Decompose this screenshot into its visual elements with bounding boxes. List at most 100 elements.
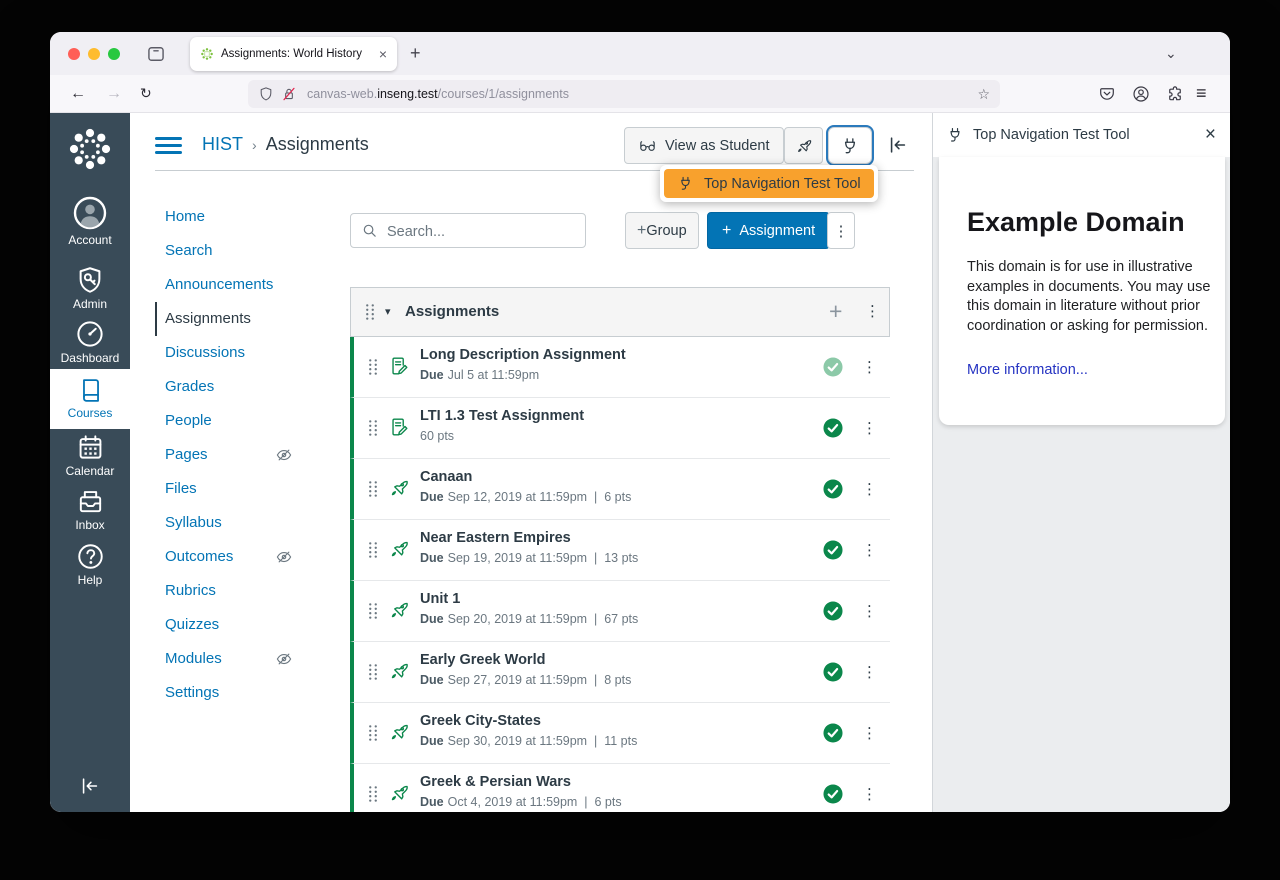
course-nav-rubrics[interactable]: Rubrics [155,574,345,608]
tab-list-chevron-icon[interactable]: ⌄ [1165,32,1177,75]
published-check-icon[interactable] [822,539,844,561]
course-nav-quizzes[interactable]: Quizzes [155,608,345,642]
pocket-icon[interactable] [1098,85,1116,103]
drag-handle-icon[interactable] [362,478,384,500]
row-kebab-icon[interactable]: ⋮ [862,398,877,459]
global-nav-inbox[interactable]: Inbox [50,483,130,532]
assignment-row[interactable]: Long Description Assignment DueJul 5 at … [350,337,890,398]
more-information-link[interactable]: More information... [967,362,1088,378]
row-kebab-icon[interactable]: ⋮ [862,581,877,642]
published-check-icon[interactable] [822,478,844,500]
tray-close-icon[interactable]: × [1205,113,1216,157]
course-nav-pages[interactable]: Pages [155,438,345,472]
back-button[interactable]: ← [70,75,86,112]
shield-icon[interactable] [258,86,274,102]
course-nav-grades[interactable]: Grades [155,370,345,404]
firefox-view-icon[interactable] [146,44,166,64]
assignment-title[interactable]: Near Eastern Empires [420,530,571,546]
assignment-title[interactable]: Long Description Assignment [420,347,626,363]
view-as-student-button[interactable]: View as Student [624,127,784,164]
close-window-button[interactable] [68,48,80,60]
course-nav-files[interactable]: Files [155,472,345,506]
assignment-row[interactable]: Greek & Persian Wars DueOct 4, 2019 at 1… [350,764,890,812]
tool-dropdown-item[interactable]: Top Navigation Test Tool [664,169,874,198]
assignment-row[interactable]: Near Eastern Empires DueSep 19, 2019 at … [350,520,890,581]
course-nav-assignments[interactable]: Assignments [155,302,345,336]
assignment-row[interactable]: Greek City-States DueSep 30, 2019 at 11:… [350,703,890,764]
row-kebab-icon[interactable]: ⋮ [862,703,877,764]
global-nav-courses[interactable]: Courses [50,369,130,429]
global-nav-help[interactable]: Help [50,538,130,587]
row-kebab-icon[interactable]: ⋮ [862,459,877,520]
published-check-icon[interactable] [822,722,844,744]
row-kebab-icon[interactable]: ⋮ [862,764,877,812]
search-input[interactable] [385,215,579,248]
course-nav-settings[interactable]: Settings [155,676,345,710]
course-nav-announcements[interactable]: Announcements [155,268,345,302]
published-check-icon[interactable] [822,661,844,683]
drag-handle-icon[interactable] [362,600,384,622]
course-nav-modules[interactable]: Modules [155,642,345,676]
row-kebab-icon[interactable]: ⋮ [862,520,877,581]
published-check-icon[interactable] [822,600,844,622]
global-nav-dashboard[interactable]: Dashboard [50,315,130,365]
drag-handle-icon[interactable] [362,722,384,744]
url-bar[interactable]: canvas-web.inseng.test/courses/1/assignm… [248,80,1000,108]
global-nav-account[interactable]: Account [50,191,130,247]
lti-tools-plug-button[interactable] [828,127,872,164]
assignment-title[interactable]: Canaan [420,469,472,485]
group-expand-caret-icon[interactable]: ▾ [385,288,391,336]
assignment-title[interactable]: Unit 1 [420,591,460,607]
drag-handle-icon[interactable] [362,661,384,683]
row-kebab-icon[interactable]: ⋮ [862,337,877,398]
global-nav-calendar[interactable]: Calendar [50,429,130,478]
global-nav-admin[interactable]: Admin [50,261,130,311]
course-nav-discussions[interactable]: Discussions [155,336,345,370]
course-nav-hamburger-icon[interactable] [155,137,182,155]
zoom-window-button[interactable] [108,48,120,60]
page-collapse-icon[interactable] [887,134,909,156]
published-check-icon[interactable] [822,783,844,805]
global-nav-collapse-icon[interactable] [79,775,101,797]
add-assignment-button[interactable]: +Assignment [707,212,830,249]
row-kebab-icon[interactable]: ⋮ [862,642,877,703]
drag-handle-icon[interactable] [362,356,384,378]
assignment-row[interactable]: Canaan DueSep 12, 2019 at 11:59pm | 6 pt… [350,459,890,520]
browser-account-icon[interactable] [1132,85,1150,103]
drag-handle-icon[interactable] [362,539,384,561]
published-check-icon[interactable] [822,417,844,439]
add-group-button[interactable]: +Group [625,212,699,249]
assignment-row[interactable]: LTI 1.3 Test Assignment 60 pts ⋮ [350,398,890,459]
browser-menu-icon[interactable]: ≡ [1196,75,1207,112]
extensions-puzzle-icon[interactable] [1166,85,1184,103]
assignment-row[interactable]: Unit 1 DueSep 20, 2019 at 11:59pm | 67 p… [350,581,890,642]
forward-button[interactable]: → [106,75,122,112]
drag-handle-icon[interactable] [362,783,384,805]
bookmark-star-icon[interactable]: ☆ [977,80,990,108]
assignment-title[interactable]: Early Greek World [420,652,545,668]
published-check-icon[interactable] [822,356,844,378]
course-nav-syllabus[interactable]: Syllabus [155,506,345,540]
reload-button[interactable]: ↻ [140,75,152,112]
drag-handle-icon[interactable] [359,301,381,323]
canvas-logo-icon[interactable] [66,125,114,173]
course-nav-outcomes[interactable]: Outcomes [155,540,345,574]
insecure-lock-icon[interactable] [281,86,297,102]
course-nav-search[interactable]: Search [155,234,345,268]
browser-tab[interactable]: Assignments: World History × [190,37,397,71]
assignment-title[interactable]: Greek City-States [420,713,541,729]
minimize-window-button[interactable] [88,48,100,60]
tab-close-icon[interactable]: × [379,37,387,71]
assignment-row[interactable]: Early Greek World DueSep 27, 2019 at 11:… [350,642,890,703]
assignments-settings-kebab-icon[interactable]: ⋮ [827,212,855,249]
assignment-title[interactable]: LTI 1.3 Test Assignment [420,408,584,424]
breadcrumb-course-link[interactable]: HIST [202,134,243,154]
group-add-icon[interactable]: + [829,288,842,334]
rocket-button[interactable] [784,127,823,164]
course-nav-people[interactable]: People [155,404,345,438]
drag-handle-icon[interactable] [362,417,384,439]
group-kebab-icon[interactable]: ⋮ [865,288,880,336]
course-nav-home[interactable]: Home [155,200,345,234]
assignment-title[interactable]: Greek & Persian Wars [420,774,571,790]
new-tab-button[interactable]: + [410,32,421,74]
